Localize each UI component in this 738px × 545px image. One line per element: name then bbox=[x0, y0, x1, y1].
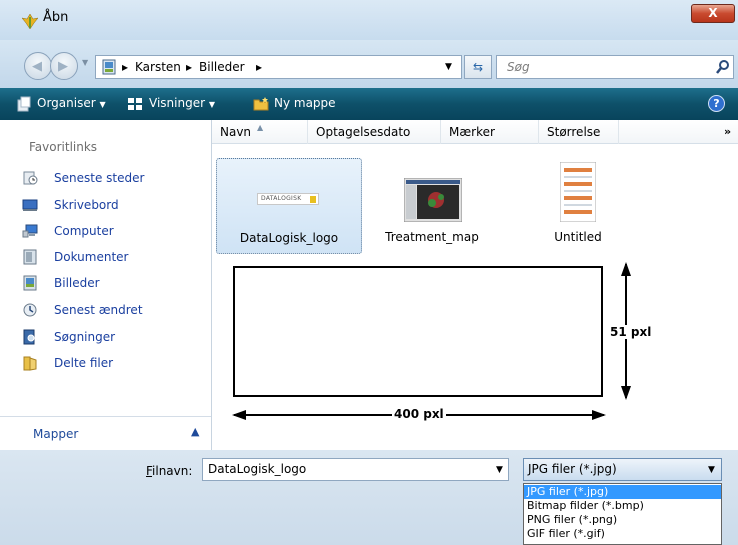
sidebar-item-label: Senest ændret bbox=[54, 303, 143, 317]
close-button[interactable]: X bbox=[691, 4, 735, 23]
thumbnail-logo-text: DATALOGISK bbox=[261, 195, 302, 202]
refresh-button[interactable]: ⇆ bbox=[464, 55, 492, 79]
search-placeholder: Søg bbox=[507, 60, 530, 74]
more-columns-icon[interactable]: » bbox=[724, 125, 731, 138]
recent-pages-chevron-icon[interactable]: ▼ bbox=[82, 58, 88, 67]
file-type-option-png[interactable]: PNG filer (*.png) bbox=[524, 513, 721, 527]
sidebar-item-label: Søgninger bbox=[54, 330, 116, 344]
file-list: Navn ▲ Optagelsesdato Mærker Størrelse »… bbox=[212, 120, 738, 450]
chevron-down-icon: ▼ bbox=[99, 100, 106, 109]
search-icon bbox=[716, 60, 729, 74]
breadcrumb-billeder[interactable]: Billeder bbox=[199, 60, 245, 74]
file-type-dropdown-list: JPG filer (*.jpg) Bitmap filder (*.bmp) … bbox=[523, 483, 722, 545]
searches-icon bbox=[23, 329, 35, 345]
file-type-select[interactable]: JPG filer (*.jpg) ▼ bbox=[523, 458, 722, 481]
window-title: Åbn bbox=[43, 10, 69, 25]
file-item-untitled[interactable]: Untitled bbox=[530, 158, 626, 254]
breadcrumb-separator-icon: ▸ bbox=[186, 60, 193, 74]
filename-label-rest: ilnavn: bbox=[152, 464, 193, 478]
filename-value: DataLogisk_logo bbox=[208, 462, 307, 476]
navigation-pane: Favoritlinks Seneste steder Skrivebord C… bbox=[0, 120, 212, 450]
column-header-name[interactable]: Navn ▲ bbox=[212, 120, 308, 144]
organize-label: Organiser bbox=[37, 96, 96, 110]
folders-label: Mapper bbox=[33, 427, 79, 441]
chevron-down-icon: ▼ bbox=[708, 465, 715, 475]
file-type-option-jpg[interactable]: JPG filer (*.jpg) bbox=[524, 485, 721, 499]
pictures-icon bbox=[23, 275, 37, 291]
close-icon: X bbox=[708, 6, 718, 20]
file-name-panel: Filnavn: DataLogisk_logo ▼ JPG filer (*.… bbox=[0, 450, 738, 545]
sort-ascending-icon: ▲ bbox=[257, 123, 264, 132]
file-type-value: JPG filer (*.jpg) bbox=[528, 462, 617, 476]
width-dimension-label: 400 pxl bbox=[392, 407, 446, 421]
sidebar-item-label: Seneste steder bbox=[54, 171, 145, 185]
file-item-datalogisk-logo[interactable]: DATALOGISK DataLogisk_logo bbox=[216, 158, 362, 254]
column-label: Mærker bbox=[449, 125, 495, 139]
views-label: Visninger bbox=[149, 96, 206, 110]
open-file-dialog: Åbn X ◀ ▶ ▼ ▸ Karsten ▸ Billeder ▸ ▼ ⇆ S… bbox=[0, 0, 738, 545]
chevron-down-icon: ▼ bbox=[208, 100, 215, 109]
address-bar[interactable]: ▸ Karsten ▸ Billeder ▸ ▼ bbox=[95, 55, 462, 79]
breadcrumb-separator-icon: ▸ bbox=[256, 60, 263, 74]
file-type-option-gif[interactable]: GIF filer (*.gif) bbox=[524, 527, 721, 541]
logo-size-frame bbox=[233, 266, 603, 397]
address-dropdown-icon[interactable]: ▼ bbox=[445, 62, 452, 72]
help-icon[interactable]: ? bbox=[708, 95, 725, 112]
forward-button[interactable]: ▶ bbox=[50, 52, 78, 80]
column-header-date-taken[interactable]: Optagelsesdato bbox=[308, 120, 441, 144]
column-headers: Navn ▲ Optagelsesdato Mærker Størrelse » bbox=[212, 120, 738, 144]
sidebar-item-label: Computer bbox=[54, 224, 114, 238]
file-type-option-bmp[interactable]: Bitmap filder (*.bmp) bbox=[524, 499, 721, 513]
column-label: Navn bbox=[220, 125, 252, 139]
forward-arrow-icon: ▶ bbox=[58, 59, 68, 74]
computer-icon bbox=[22, 224, 38, 238]
organize-icon bbox=[17, 96, 31, 112]
breadcrumb-karsten[interactable]: Karsten bbox=[135, 60, 181, 74]
back-arrow-icon: ◀ bbox=[32, 59, 42, 74]
pictures-folder-icon bbox=[102, 59, 116, 75]
sidebar-item-label: Billeder bbox=[54, 276, 100, 290]
recent-places-icon bbox=[23, 171, 38, 185]
new-folder-icon bbox=[253, 97, 269, 111]
organize-menu[interactable]: Organiser ▼ bbox=[37, 96, 106, 110]
command-toolbar: Organiser ▼ Visninger ▼ Ny mappe ? bbox=[0, 88, 738, 120]
file-thumbnail bbox=[560, 162, 596, 222]
column-header-size[interactable]: Størrelse bbox=[539, 120, 619, 144]
file-name: Treatment_map bbox=[385, 230, 479, 244]
file-thumbnail bbox=[404, 178, 462, 222]
favorites-heading: Favoritlinks bbox=[29, 140, 98, 154]
views-menu[interactable]: Visninger ▼ bbox=[149, 96, 215, 110]
file-item-treatment-map[interactable]: Treatment_map bbox=[380, 158, 484, 254]
file-name: Untitled bbox=[554, 230, 602, 244]
search-input[interactable]: Søg bbox=[496, 55, 734, 79]
app-icon bbox=[22, 13, 38, 30]
filename-input[interactable]: DataLogisk_logo ▼ bbox=[202, 458, 509, 481]
new-folder-button[interactable]: Ny mappe bbox=[274, 96, 336, 110]
refresh-icon: ⇆ bbox=[472, 60, 484, 74]
file-thumbnail: DATALOGISK bbox=[257, 193, 319, 205]
recently-changed-icon bbox=[23, 303, 37, 317]
documents-icon bbox=[23, 249, 37, 265]
back-button[interactable]: ◀ bbox=[24, 52, 52, 80]
breadcrumb-separator-icon: ▸ bbox=[122, 60, 129, 74]
height-dimension-label: 51 pxl bbox=[608, 325, 654, 339]
chevron-down-icon[interactable]: ▼ bbox=[496, 465, 503, 475]
title-bar: Åbn X bbox=[0, 0, 738, 40]
shared-folder-icon bbox=[23, 356, 37, 371]
sidebar-item-label: Delte filer bbox=[54, 356, 114, 370]
chevron-up-icon: ▲ bbox=[191, 425, 200, 438]
thumbnail-logo-mark bbox=[310, 196, 316, 203]
views-icon bbox=[128, 98, 142, 110]
file-name: DataLogisk_logo bbox=[239, 231, 339, 245]
folders-toggle[interactable]: Mapper ▲ bbox=[0, 416, 212, 450]
column-label: Størrelse bbox=[547, 125, 601, 139]
column-header-tags[interactable]: Mærker bbox=[441, 120, 539, 144]
desktop-icon bbox=[22, 199, 38, 211]
address-row: ◀ ▶ ▼ ▸ Karsten ▸ Billeder ▸ ▼ ⇆ Søg bbox=[0, 40, 738, 88]
sidebar-item-label: Dokumenter bbox=[54, 250, 129, 264]
filename-label: Filnavn: bbox=[146, 464, 193, 478]
column-label: Optagelsesdato bbox=[316, 125, 411, 139]
sidebar-item-label: Skrivebord bbox=[54, 198, 119, 212]
